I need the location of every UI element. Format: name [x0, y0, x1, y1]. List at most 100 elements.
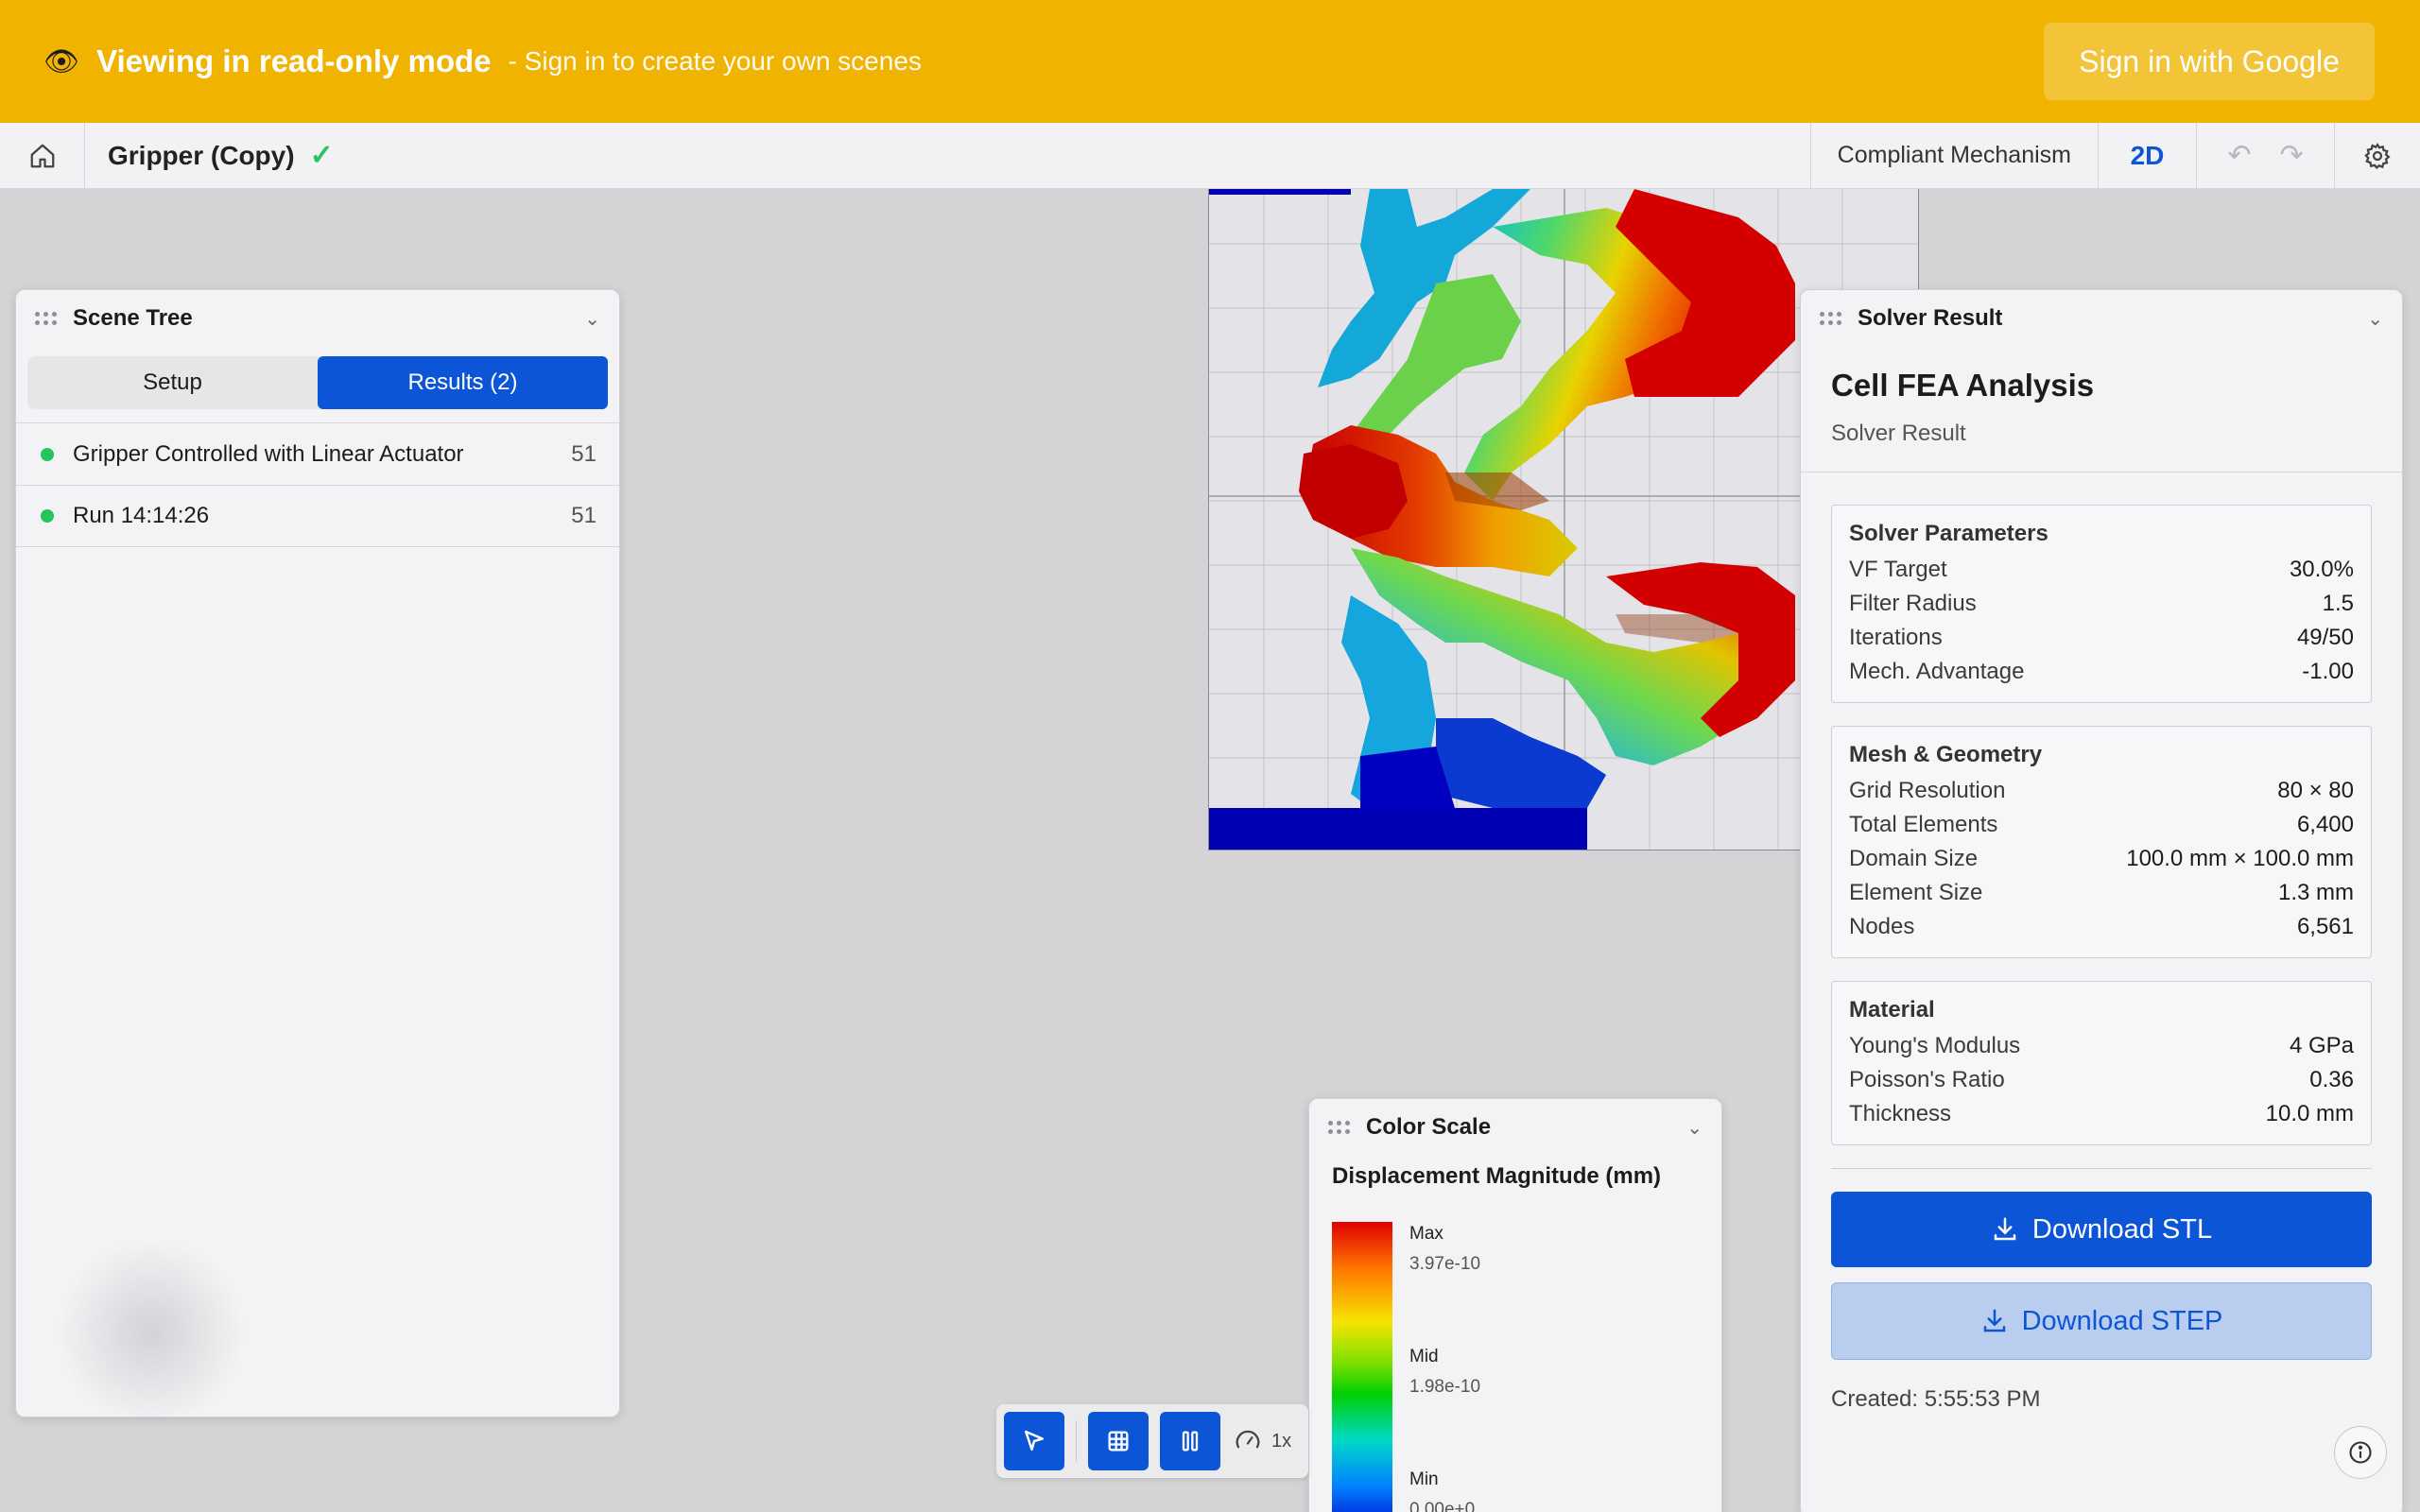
scene-tree-tabs: Setup Results (2) [27, 356, 608, 409]
info-button[interactable] [2334, 1426, 2387, 1479]
select-tool-button[interactable] [1004, 1412, 1064, 1470]
result-count: 51 [571, 440, 596, 467]
color-scale-panel: Color Scale ⌄ Displacement Magnitude (mm… [1308, 1098, 1722, 1512]
param-row: Iterations 49/50 [1849, 621, 2354, 655]
color-scale-title: Color Scale [1366, 1114, 1492, 1140]
param-label: Grid Resolution [1849, 778, 2006, 803]
status-dot [41, 447, 54, 461]
param-value: 80 × 80 [2277, 778, 2354, 803]
section-title: Mesh & Geometry [1849, 742, 2043, 767]
scene-title-area: Gripper (Copy) ✓ [85, 123, 1810, 188]
section-title: Material [1849, 997, 1935, 1022]
param-row: Total Elements 6,400 [1849, 808, 2354, 842]
scene-title[interactable]: Gripper (Copy) [108, 141, 295, 171]
divider [1076, 1420, 1077, 1462]
mesh-geometry-card: Mesh & Geometry Grid Resolution 80 × 80 T… [1831, 726, 2372, 958]
gear-icon [2364, 142, 2391, 169]
sign-in-google-button[interactable]: Sign in with Google [2044, 23, 2375, 100]
download-icon [1983, 1309, 2005, 1332]
param-label: Poisson's Ratio [1849, 1067, 2005, 1092]
solver-parameters-card: Solver Parameters VF Target 30.0% Filter … [1831, 505, 2372, 703]
param-label: Element Size [1849, 880, 1983, 905]
param-label: Nodes [1849, 914, 1915, 939]
param-row: VF Target 30.0% [1849, 553, 2354, 587]
param-row: Poisson's Ratio 0.36 [1849, 1063, 2354, 1097]
status-dot [41, 509, 54, 523]
min-value: 0.00e+0 [1409, 1500, 1476, 1512]
analysis-subtitle: Solver Result [1831, 421, 1966, 446]
max-value: 3.97e-10 [1409, 1254, 1481, 1274]
chevron-down-icon[interactable]: ⌄ [584, 307, 600, 331]
analysis-title: Cell FEA Analysis [1831, 368, 2095, 403]
param-row: Thickness 10.0 mm [1849, 1097, 2354, 1131]
pause-icon [1182, 1431, 1199, 1452]
download-stl-label: Download STL [2031, 1213, 2213, 1245]
param-value: 1.3 mm [2277, 880, 2354, 905]
section-title: Solver Parameters [1849, 521, 2048, 546]
download-icon [1994, 1217, 2016, 1241]
cursor-icon [1025, 1430, 1044, 1451]
result-name: Gripper Controlled with Linear Actuator [73, 440, 464, 467]
download-step-button[interactable]: Download STEP [1831, 1282, 2372, 1360]
speedometer-icon [1236, 1430, 1260, 1449]
param-value: 0.36 [2309, 1067, 2354, 1092]
mid-label-text: Mid [1409, 1347, 1439, 1366]
grid-icon [1108, 1431, 1129, 1452]
mode-selector[interactable]: Compliant Mechanism [1809, 123, 2099, 188]
param-label: Domain Size [1849, 846, 1979, 871]
max-label: Max 3.97e-10 [1409, 1224, 1480, 1275]
eye-icon: 👁 [43, 45, 80, 77]
color-scale-header[interactable]: Color Scale ⌄ [1309, 1099, 1721, 1156]
param-value: 30.0% [2289, 557, 2354, 582]
param-row: Element Size 1.3 mm [1849, 876, 2354, 910]
scene-tree-title: Scene Tree [73, 305, 193, 331]
undo-icon[interactable]: ↶ [2227, 139, 2251, 172]
download-step-label: Download STEP [2021, 1305, 2223, 1336]
param-row: Mech. Advantage -1.00 [1849, 655, 2354, 689]
scene-tree-header[interactable]: Scene Tree ⌄ [16, 290, 619, 347]
chevron-down-icon[interactable]: ⌄ [2367, 307, 2383, 331]
material-card: Material Young's Modulus 4 GPa Poisson's … [1831, 981, 2372, 1145]
color-gradient-bar [1332, 1222, 1392, 1512]
top-toolbar: Gripper (Copy) ✓ Compliant Mechanism 2D … [0, 123, 2420, 189]
mid-label: Mid 1.98e-10 [1409, 1347, 1480, 1398]
param-label: VF Target [1849, 557, 1947, 582]
tab-results[interactable]: Results (2) [318, 356, 608, 409]
drag-handle-icon[interactable] [35, 312, 60, 325]
created-timestamp: Created: 5:55:53 PM [1831, 1386, 2041, 1412]
home-icon [30, 144, 54, 167]
param-label: Young's Modulus [1849, 1033, 2021, 1058]
redo-icon[interactable]: ↷ [2280, 139, 2304, 172]
undo-redo-group: ↶ ↷ [2197, 123, 2335, 188]
solver-result-header[interactable]: Solver Result ⌄ [1801, 290, 2402, 347]
download-stl-button[interactable]: Download STL [1831, 1192, 2372, 1267]
pause-button[interactable] [1160, 1412, 1220, 1470]
list-item[interactable]: Gripper Controlled with Linear Actuator … [16, 422, 619, 485]
solver-summary: Cell FEA Analysis Solver Result [1801, 347, 2402, 472]
param-label: Total Elements [1849, 812, 1998, 837]
param-row: Nodes 6,561 [1849, 910, 2354, 944]
home-button[interactable] [0, 123, 85, 188]
grid-toggle-button[interactable] [1088, 1412, 1149, 1470]
param-value: 49/50 [2296, 625, 2354, 650]
drag-handle-icon[interactable] [1820, 312, 1844, 325]
param-row: Grid Resolution 80 × 80 [1849, 774, 2354, 808]
view-2d-toggle[interactable]: 2D [2099, 123, 2197, 188]
param-value: 4 GPa [2289, 1033, 2354, 1058]
blurred-avatar [57, 1238, 246, 1427]
drag-handle-icon[interactable] [1328, 1121, 1353, 1134]
tab-setup[interactable]: Setup [27, 356, 318, 409]
param-value: 6,400 [2296, 812, 2354, 837]
min-label: Min 0.00e+0 [1409, 1469, 1475, 1512]
param-label: Iterations [1849, 625, 1943, 650]
banner-title: Viewing in read-only mode [96, 43, 492, 78]
bottom-toolbar: 1x [996, 1404, 1308, 1478]
chevron-down-icon[interactable]: ⌄ [1686, 1116, 1703, 1140]
list-item[interactable]: Run 14:14:26 51 [16, 485, 619, 547]
info-icon [2349, 1441, 2372, 1464]
solver-result-panel: Solver Result ⌄ Cell FEA Analysis Solver… [1800, 289, 2403, 1512]
speed-control[interactable]: 1x [1234, 1427, 1291, 1455]
max-label-text: Max [1409, 1224, 1443, 1244]
settings-button[interactable] [2335, 123, 2420, 188]
speed-label: 1x [1271, 1430, 1292, 1452]
